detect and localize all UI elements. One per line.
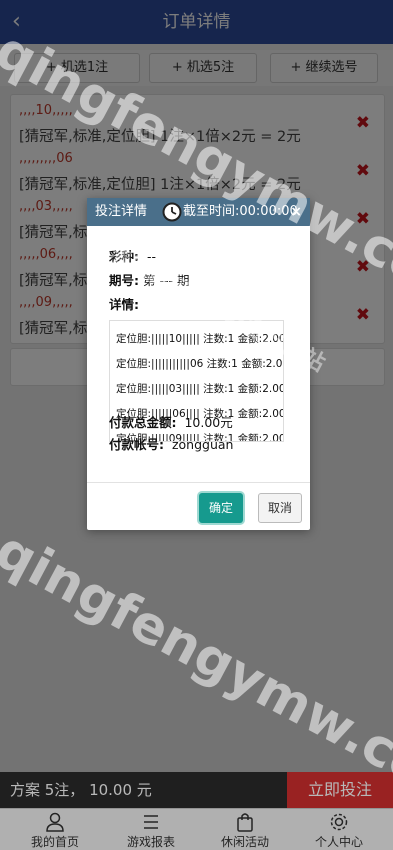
detail-line: 定位胆:|||||||||||06 注数:1 金额:2.00	[116, 358, 284, 370]
clock-icon	[161, 201, 183, 223]
dialog-header: 投注详情 截至时间:00:00:00 ×	[87, 198, 310, 226]
period-row: 期号: 第 --- 期	[109, 270, 189, 289]
detail-line: 定位胆:|||||10||||| 注数:1 金额:2.00	[116, 333, 284, 345]
lottery-value: --	[146, 249, 156, 264]
dialog-title: 投注详情	[95, 204, 148, 219]
account-row: 付款帐号: zongguan	[109, 434, 233, 453]
detail-label: 详情:	[109, 297, 139, 312]
bet-detail-dialog: 投注详情 截至时间:00:00:00 × 彩种: -- 期号: 第 --- 期 …	[87, 198, 310, 530]
dialog-footer: 确定 取消	[87, 482, 310, 530]
confirm-button[interactable]: 确定	[199, 493, 243, 523]
lottery-row: 彩种: --	[109, 246, 156, 265]
cancel-button[interactable]: 取消	[258, 493, 302, 523]
detail-row: 详情:	[109, 294, 139, 313]
total-label: 付款总金额:	[109, 415, 177, 430]
detail-line: 定位胆:|||||03||||| 注数:1 金额:2.00	[116, 383, 284, 395]
period-label: 期号:	[109, 273, 139, 288]
account-label: 付款帐号:	[109, 437, 164, 452]
dialog-body: 彩种: -- 期号: 第 --- 期 详情: 定位胆:|||||10||||| …	[87, 226, 310, 482]
deadline-text: 截至时间:00:00:00	[183, 204, 298, 219]
total-row: 付款总金额: 10.00元	[109, 412, 233, 431]
close-icon[interactable]: ×	[290, 198, 302, 226]
account-value: zongguan	[171, 437, 234, 452]
lottery-label: 彩种:	[109, 249, 139, 264]
total-value: 10.00元	[184, 415, 233, 430]
period-value: 第 --- 期	[142, 273, 190, 288]
